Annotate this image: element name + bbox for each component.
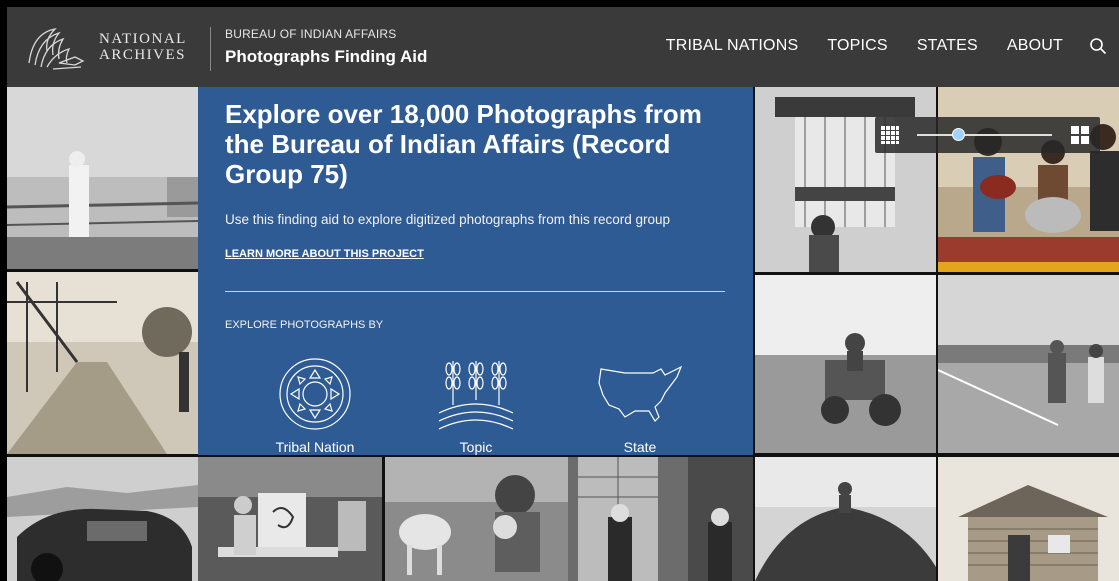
photo-tile-band[interactable] — [938, 87, 1119, 272]
photo-tile-lamb[interactable] — [385, 457, 568, 581]
photo-tile-weaving[interactable] — [755, 87, 936, 272]
photo-tile-bridge[interactable] — [7, 272, 198, 454]
photo-tile-baseball[interactable] — [938, 275, 1119, 453]
nav-topics[interactable]: TOPICS — [827, 37, 887, 55]
site-title[interactable]: BUREAU OF INDIAN AFFAIRS Photographs Fin… — [225, 27, 427, 67]
photo-tile-cabin[interactable] — [938, 457, 1119, 581]
photo-tile-car[interactable] — [7, 457, 198, 581]
header-divider — [210, 27, 211, 71]
category-label: Tribal Nation — [275, 439, 355, 455]
photo-tile-drawing[interactable] — [198, 457, 382, 581]
tribal-nation-icon — [279, 358, 351, 430]
category-topic[interactable]: Topic — [416, 355, 536, 455]
explore-label: EXPLORE PHOTOGRAPHS BY — [225, 319, 384, 331]
zoom-slider-track[interactable] — [917, 128, 1052, 141]
learn-more-link[interactable]: LEARN MORE ABOUT THIS PROJECT — [225, 248, 424, 260]
grid-zoom-control — [875, 117, 1100, 153]
hero-subtitle: Use this finding aid to explore digitize… — [225, 212, 670, 227]
search-icon[interactable] — [1089, 37, 1107, 55]
us-map-icon — [598, 365, 683, 422]
category-label: Topic — [459, 439, 493, 455]
nav-states[interactable]: STATES — [917, 37, 978, 55]
hero-divider — [225, 291, 725, 292]
grid-large-icon[interactable] — [1071, 126, 1089, 144]
nav-about[interactable]: ABOUT — [1007, 37, 1063, 55]
zoom-slider-handle[interactable] — [951, 128, 965, 141]
eagle-logo-icon — [28, 27, 85, 70]
site-kicker: BUREAU OF INDIAN AFFAIRS — [225, 27, 397, 41]
topic-icon — [438, 361, 514, 430]
logo-line-1: NATIONAL — [99, 31, 187, 47]
main-nav: TRIBAL NATIONS TOPICS STATES ABOUT — [637, 37, 1107, 55]
grid-small-icon[interactable] — [880, 125, 900, 145]
hero-title: Explore over 18,000 Photographs from the… — [225, 99, 702, 189]
site-name: Photographs Finding Aid — [225, 47, 428, 66]
photo-tile-sailor[interactable] — [7, 87, 198, 269]
nav-tribal-nations[interactable]: TRIBAL NATIONS — [666, 37, 799, 55]
app-frame: Explore over 18,000 Photographs from the… — [7, 7, 1119, 581]
category-state[interactable]: State — [580, 355, 700, 455]
hero-panel: Explore over 18,000 Photographs from the… — [198, 87, 753, 455]
national-archives-logo[interactable]: NATIONAL ARCHIVES — [25, 23, 187, 71]
photo-tile-tractor[interactable] — [755, 275, 936, 453]
photo-tile-archers[interactable] — [568, 457, 753, 581]
photo-tile-hay[interactable] — [755, 457, 936, 581]
category-label: State — [623, 439, 657, 455]
logo-wordmark: NATIONAL ARCHIVES — [99, 31, 187, 63]
category-tribal-nation[interactable]: Tribal Nation — [255, 355, 375, 455]
logo-line-2: ARCHIVES — [99, 47, 187, 63]
site-header: NATIONAL ARCHIVES BUREAU OF INDIAN AFFAI… — [7, 7, 1119, 87]
